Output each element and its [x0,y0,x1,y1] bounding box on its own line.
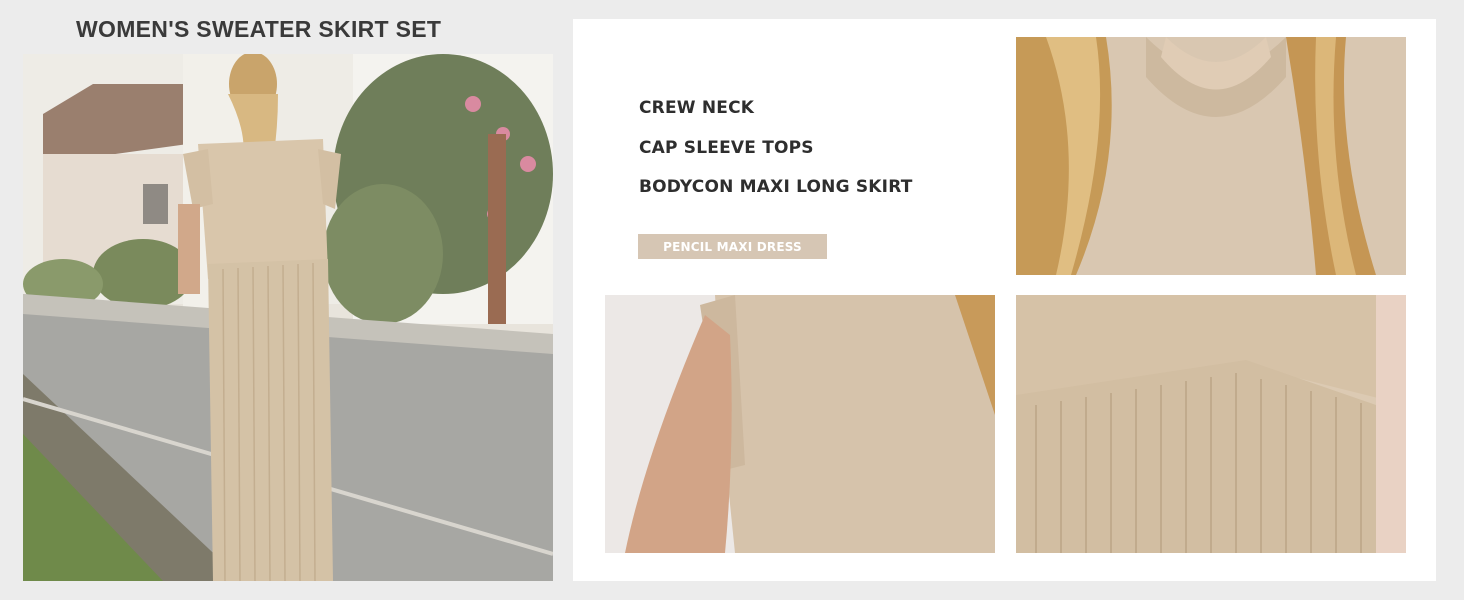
style-badge: PENCIL MAXI DRESS [638,234,827,259]
feature-cap-sleeve: CAP SLEEVE TOPS [639,138,814,158]
main-product-photo [23,54,553,581]
page-title: WOMEN'S SWEATER SKIRT SET [76,16,442,42]
feature-crew-neck: CREW NECK [639,98,755,118]
sleeve-detail-photo [605,295,995,553]
feature-maxi-skirt: BODYCON MAXI LONG SKIRT [639,177,913,197]
neck-detail-photo [1016,37,1406,275]
skirt-detail-photo [1016,295,1406,553]
